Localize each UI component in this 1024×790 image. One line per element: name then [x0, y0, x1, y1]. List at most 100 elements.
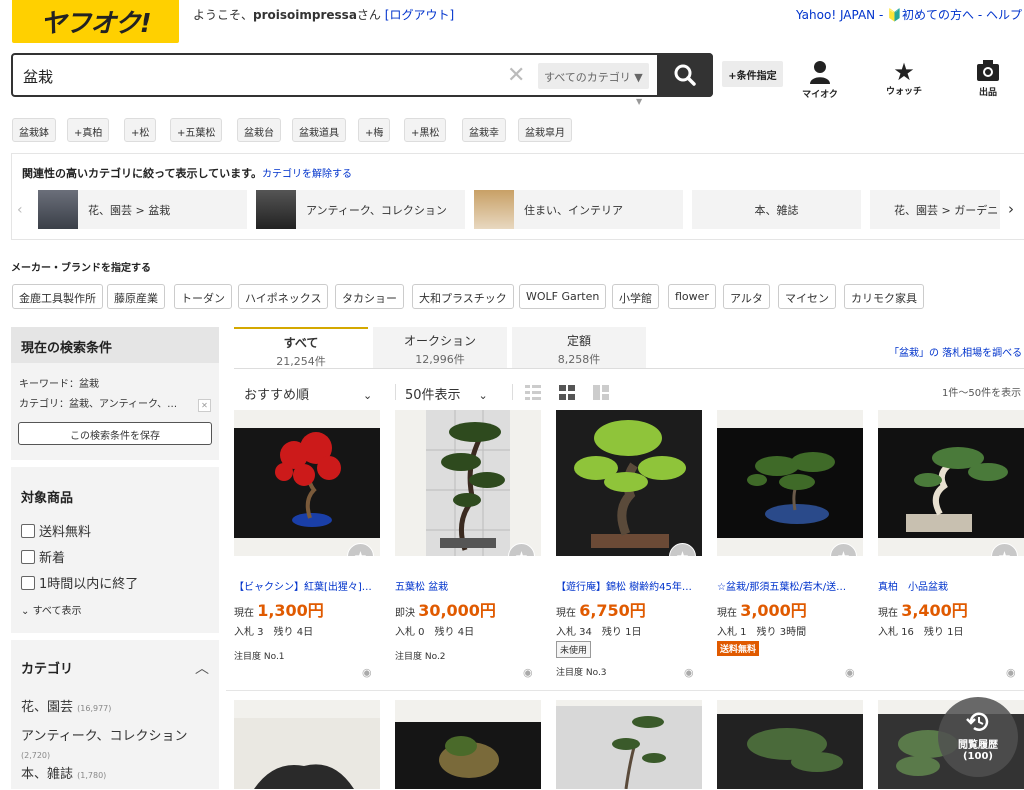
sort-order-select[interactable]: おすすめ順 ⌄ — [244, 384, 372, 403]
maker-chip[interactable]: 藤原産業 — [107, 284, 165, 309]
free-shipping-checkbox[interactable]: 送料無料 — [21, 520, 209, 546]
maker-chip[interactable]: アルタ — [723, 284, 770, 309]
yahuoku-logo[interactable]: ヤフオク! — [12, 0, 179, 43]
keyword-chip[interactable]: +真柏 — [67, 118, 110, 142]
watch-link[interactable]: ★ ウォッチ — [884, 60, 924, 97]
keyword-chip[interactable]: 盆栽幸 — [462, 118, 506, 142]
item-title[interactable]: 五葉松 盆栽 — [395, 578, 541, 593]
category-thumbnail — [474, 190, 514, 229]
category-title: カテゴリ — [21, 662, 74, 677]
eye-icon[interactable]: ◉ — [362, 666, 372, 679]
item-title[interactable]: 【遊行庵】錦松 樹齢約45年… — [556, 578, 702, 593]
maker-chip[interactable]: 金鹿工具製作所 — [12, 284, 103, 309]
item-image[interactable] — [717, 700, 863, 789]
keyword-chip[interactable]: 盆栽鉢 — [12, 118, 56, 142]
item-card[interactable]: ★ ☆盆栽/那須五葉松/若木/送… 現在 3,000円 入札 1 残り 3時間 … — [717, 410, 863, 679]
top-links[interactable]: Yahoo! JAPAN - 🔰初めての方へ - ヘルプ — [796, 6, 1022, 23]
item-image[interactable]: ★ — [556, 410, 702, 556]
item-image[interactable]: ★ — [395, 410, 541, 556]
item-title[interactable]: 【ビャクシン】紅葉[出猩々]… — [234, 578, 380, 593]
item-image[interactable] — [556, 700, 702, 789]
logout-link[interactable]: [ログアウト] — [385, 8, 454, 22]
chevron-up-icon[interactable]: ︿ — [195, 658, 209, 678]
eye-icon[interactable]: ◉ — [523, 666, 533, 679]
tab-all[interactable]: すべて 21,254件 — [234, 327, 368, 368]
item-price: 現在 6,750円 — [556, 597, 646, 621]
ending-soon-checkbox[interactable]: 1時間以内に終了 — [21, 572, 209, 598]
maker-chip[interactable]: タカショー — [335, 284, 404, 309]
sell-link[interactable]: 出品 — [968, 60, 1008, 98]
maker-chip[interactable]: トーダン — [174, 284, 232, 309]
item-image[interactable] — [395, 700, 541, 789]
condition-button[interactable]: +条件指定 — [722, 61, 783, 87]
category-item[interactable]: 本、雑誌 (1,780) — [21, 761, 209, 790]
remove-icon[interactable]: ✕ — [198, 399, 211, 412]
maker-chip[interactable]: ハイポネックス — [238, 284, 329, 309]
eye-icon[interactable]: ◉ — [845, 666, 855, 679]
item-card[interactable]: ★ 【ビャクシン】紅葉[出猩々]… 現在 1,300円 入札 3 残り 4日 注… — [234, 410, 380, 679]
keyword-chip[interactable]: +五葉松 — [170, 118, 223, 142]
list-view-icon[interactable] — [525, 385, 541, 400]
category-select[interactable]: すべてのカテゴリ ▼ — [538, 63, 649, 89]
market-price-link[interactable]: 「盆栽」の 落札相場を調べる — [889, 344, 1022, 359]
keyword-chip[interactable]: 盆栽道具 — [292, 118, 346, 142]
next-arrow-icon[interactable]: › — [1008, 200, 1014, 218]
search-button[interactable] — [657, 53, 713, 97]
time-remaining: 残り 3時間 — [756, 627, 807, 638]
eye-icon[interactable]: ◉ — [684, 666, 694, 679]
related-category-item[interactable]: 花、園芸 > 盆栽 — [38, 190, 247, 229]
search-input[interactable]: 盆栽 — [23, 66, 53, 87]
chevron-down-icon: ⌄ — [363, 389, 373, 402]
item-title[interactable]: ☆盆栽/那須五葉松/若木/送… — [717, 578, 863, 593]
item-card[interactable]: ★ 五葉松 盆栽 即決 30,000円 入札 0 残り 4日 注目度 No.2 … — [395, 410, 541, 679]
keyword-chip[interactable]: 盆栽皐月 — [518, 118, 572, 142]
tab-auction[interactable]: オークション 12,996件 — [373, 327, 507, 368]
remove-category-link[interactable]: カテゴリを解除する — [262, 169, 352, 180]
large-grid-view-icon[interactable] — [593, 385, 609, 400]
item-card[interactable]: ★ 真柏 小品盆栽 現在 3,400円 入札 16 残り 1日 ◉ — [878, 410, 1024, 679]
category-item[interactable]: アンティーク、コレクション — [21, 723, 209, 751]
tab-fixed-label: 定額 — [566, 334, 591, 348]
item-card[interactable]: ★ 【遊行庵】錦松 樹齢約45年… 現在 6,750円 入札 34 残り 1日 … — [556, 410, 702, 679]
save-condition-button[interactable]: この検索条件を保存 — [18, 422, 212, 445]
sort-order-label: おすすめ順 — [244, 388, 310, 403]
my-auction-link[interactable]: マイオク — [800, 60, 840, 100]
maker-chip[interactable]: 小学館 — [612, 284, 659, 309]
keyword-chip[interactable]: +黒松 — [404, 118, 447, 142]
item-title[interactable]: 真柏 小品盆栽 — [878, 578, 1024, 593]
related-category-item[interactable]: 住まい、インテリア — [474, 190, 683, 229]
item-image[interactable]: ★ — [234, 410, 380, 556]
grid-view-icon[interactable] — [559, 385, 575, 400]
category-thumbnail — [256, 190, 296, 229]
category-panel: カテゴリ ︿ 花、園芸 (16,977) アンティーク、コレクション (2,720… — [11, 640, 219, 789]
prev-arrow-icon[interactable]: ‹ — [17, 202, 23, 218]
person-icon — [810, 61, 830, 84]
keyword-chip[interactable]: +松 — [124, 118, 157, 142]
item-image[interactable]: ★ — [878, 410, 1024, 556]
tab-auction-count: 12,996件 — [415, 353, 465, 366]
keyword-chip[interactable]: 盆栽台 — [237, 118, 281, 142]
keyword-chip[interactable]: +梅 — [358, 118, 391, 142]
maker-chip[interactable]: マイセン — [778, 284, 836, 309]
tab-fixed-price[interactable]: 定額 8,258件 — [512, 327, 646, 368]
free-shipping-label: 送料無料 — [39, 525, 92, 540]
tab-fixed-count: 8,258件 — [557, 353, 601, 366]
maker-chip[interactable]: flower — [668, 284, 716, 309]
category-item[interactable]: 花、園芸 (16,977) — [21, 694, 209, 723]
maker-chip[interactable]: WOLF Garten — [519, 284, 607, 309]
eye-icon[interactable]: ◉ — [1006, 666, 1016, 679]
maker-chip[interactable]: カリモク家具 — [844, 284, 924, 309]
item-image[interactable] — [234, 700, 380, 789]
history-button[interactable]: 閲覧履歴 (100) — [938, 697, 1018, 777]
per-page-select[interactable]: 50件表示 ⌄ — [405, 384, 488, 403]
username: proisoimpressa — [253, 8, 357, 22]
clear-icon[interactable]: ✕ — [507, 63, 525, 88]
new-arrival-checkbox[interactable]: 新着 — [21, 546, 209, 572]
item-image[interactable]: ★ — [717, 410, 863, 556]
related-category-item[interactable]: アンティーク、コレクション — [256, 190, 465, 229]
related-category-item[interactable]: 花、園芸 > ガーデニ — [870, 190, 1000, 229]
price-value: 30,000円 — [418, 601, 496, 620]
related-category-item[interactable]: 本、雑誌 — [692, 190, 861, 229]
maker-chip[interactable]: 大和プラスチック — [412, 284, 514, 309]
show-all-link[interactable]: ⌄ すべて表示 — [21, 602, 209, 617]
